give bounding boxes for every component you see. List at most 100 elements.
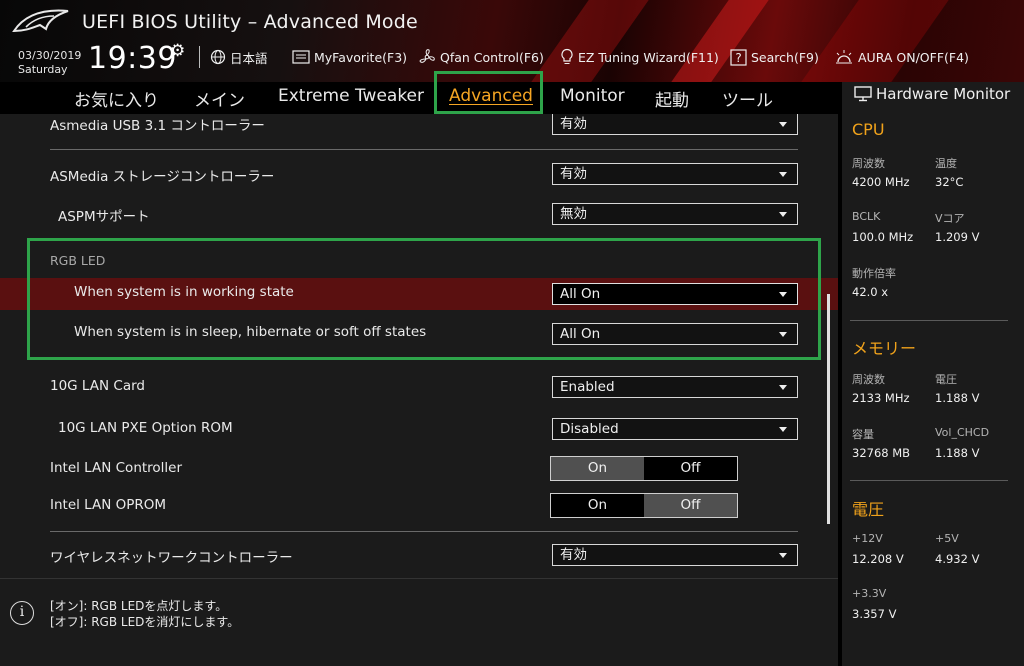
intel-lan-toggle[interactable]: On Off — [550, 456, 738, 481]
aura-button[interactable]: AURA ON/OFF(F4) — [834, 48, 969, 66]
header-decoration — [531, 0, 649, 82]
svg-text:?: ? — [735, 51, 741, 65]
wireless-label: ワイヤレスネットワークコントローラー — [50, 550, 293, 566]
hw-v12-value: 12.208 V — [852, 552, 904, 566]
dropdown-arrow-icon — [779, 553, 787, 558]
hw-cpu-vcore-value: 1.209 V — [935, 230, 980, 244]
intel-oprom-toggle[interactable]: On Off — [550, 493, 738, 518]
settings-scrollbar[interactable] — [827, 294, 830, 524]
asmedia-storage-label: ASMedia ストレージコントローラー — [50, 169, 275, 185]
hardware-monitor-title: Hardware Monitor — [854, 85, 1010, 103]
hw-v5-value: 4.932 V — [935, 552, 980, 566]
qfan-button[interactable]: Qfan Control(F6) — [418, 48, 544, 66]
hw-mem-volchcd-value: 1.188 V — [935, 446, 980, 460]
intel-oprom-on-option[interactable]: On — [551, 494, 644, 517]
settings-panel: Asmedia USB 3.1 コントローラー 有効 ASMedia ストレージ… — [0, 114, 838, 578]
lan10g-label: 10G LAN Card — [50, 378, 145, 394]
lightbulb-icon — [561, 48, 573, 64]
tab-monitor[interactable]: Monitor — [560, 86, 625, 106]
lan10g-value: Enabled — [560, 379, 615, 395]
hw-mem-volt-value: 1.188 V — [935, 391, 980, 405]
dropdown-arrow-icon — [779, 385, 787, 390]
intel-lan-off-option[interactable]: Off — [644, 457, 737, 480]
hw-cpu-bclk-label: BCLK — [852, 210, 881, 223]
hw-mem-freq-label: 周波数 — [852, 373, 885, 386]
ez-tuning-label: EZ Tuning Wizard(F11) — [578, 49, 719, 65]
hw-cpu-freq-value: 4200 MHz — [852, 175, 910, 189]
hw-mem-volchcd-label: Vol_CHCD — [935, 426, 990, 439]
hw-voltage-heading: 電圧 — [852, 500, 885, 519]
tab-tool[interactable]: ツール — [722, 86, 773, 111]
date-display: 03/30/2019 Saturday — [18, 49, 81, 77]
header-separator — [199, 46, 200, 68]
asmedia-usb-label: Asmedia USB 3.1 コントローラー — [50, 118, 265, 134]
aspm-dropdown[interactable]: 無効 — [552, 203, 798, 225]
hardware-monitor-title-text: Hardware Monitor — [876, 85, 1011, 103]
lan10g-pxe-value: Disabled — [560, 421, 619, 437]
language-label: 日本語 — [230, 50, 268, 66]
monitor-icon — [854, 86, 872, 102]
hw-v5-label: +5V — [935, 532, 959, 545]
tab-favorites[interactable]: お気に入り — [74, 86, 159, 111]
header-bar: UEFI BIOS Utility – Advanced Mode 03/30/… — [0, 0, 1024, 82]
myfavorite-button[interactable]: MyFavorite(F3) — [292, 48, 407, 66]
date-text: 03/30/2019 — [18, 49, 82, 62]
tab-boot[interactable]: 起動 — [655, 86, 689, 111]
hw-cpu-freq-label: 周波数 — [852, 157, 885, 170]
hw-mem-volt-label: 電圧 — [935, 373, 957, 386]
favorite-list-icon — [292, 50, 310, 64]
weekday-text: Saturday — [18, 63, 68, 76]
hw-divider — [850, 320, 1008, 321]
asmedia-usb-dropdown[interactable]: 有効 — [552, 114, 798, 135]
lan10g-pxe-label: 10G LAN PXE Option ROM — [58, 420, 233, 436]
hw-cpu-bclk-value: 100.0 MHz — [852, 230, 914, 244]
app-title: UEFI BIOS Utility – Advanced Mode — [82, 11, 418, 33]
hw-cpu-ratio-label: 動作倍率 — [852, 267, 896, 280]
hw-cpu-temp-value: 32°C — [935, 175, 964, 189]
intel-lan-on-option[interactable]: On — [551, 457, 644, 480]
help-search-icon: ? — [730, 48, 747, 66]
dropdown-arrow-icon — [779, 212, 787, 217]
hw-mem-freq-value: 2133 MHz — [852, 391, 910, 405]
hw-mem-cap-value: 32768 MB — [852, 446, 911, 460]
wireless-dropdown[interactable]: 有効 — [552, 544, 798, 566]
myfavorite-label: MyFavorite(F3) — [314, 49, 408, 65]
aspm-label: ASPMサポート — [58, 209, 150, 225]
dropdown-arrow-icon — [779, 427, 787, 432]
ez-tuning-button[interactable]: EZ Tuning Wizard(F11) — [560, 48, 719, 66]
info-icon: i — [10, 601, 34, 625]
hw-v33-value: 3.357 V — [852, 607, 897, 621]
main-tab-bar: お気に入り メイン Extreme Tweaker Advanced Monit… — [0, 71, 838, 114]
divider — [50, 531, 798, 532]
search-label: Search(F9) — [751, 49, 819, 65]
help-line-1: [オン]: RGB LEDを点灯します。 — [50, 599, 228, 613]
aspm-value: 無効 — [560, 206, 587, 222]
hw-mem-cap-label: 容量 — [852, 428, 874, 441]
tab-main[interactable]: メイン — [194, 86, 245, 111]
clock-settings-gear-icon[interactable]: ⚙ — [170, 41, 185, 61]
header-decoration — [671, 0, 769, 82]
search-button[interactable]: ? Search(F9) — [730, 48, 819, 66]
asmedia-usb-value: 有効 — [560, 116, 587, 132]
asmedia-storage-dropdown[interactable]: 有効 — [552, 163, 798, 185]
rog-logo-icon — [12, 9, 69, 33]
help-description-bar: i [オン]: RGB LEDを点灯します。 [オフ]: RGB LEDを消灯に… — [0, 578, 838, 666]
intel-oprom-off-option[interactable]: Off — [644, 494, 737, 517]
language-button[interactable]: 日本語 — [210, 48, 268, 66]
qfan-label: Qfan Control(F6) — [440, 49, 544, 65]
dropdown-arrow-icon — [779, 122, 787, 127]
lan10g-pxe-dropdown[interactable]: Disabled — [552, 418, 798, 440]
help-line-2: [オフ]: RGB LEDを消灯にします。 — [50, 615, 240, 629]
hw-cpu-ratio-value: 42.0 x — [852, 285, 889, 299]
aura-label: AURA ON/OFF(F4) — [858, 49, 969, 65]
intel-oprom-label: Intel LAN OPROM — [50, 497, 167, 513]
dropdown-arrow-icon — [779, 172, 787, 177]
tab-extreme-tweaker[interactable]: Extreme Tweaker — [278, 86, 424, 106]
lan10g-dropdown[interactable]: Enabled — [552, 376, 798, 398]
hw-divider — [850, 480, 1008, 481]
header-decoration — [801, 0, 949, 82]
hw-v33-label: +3.3V — [852, 587, 887, 600]
divider — [50, 149, 798, 150]
fan-icon — [419, 49, 435, 63]
asmedia-storage-value: 有効 — [560, 166, 587, 182]
